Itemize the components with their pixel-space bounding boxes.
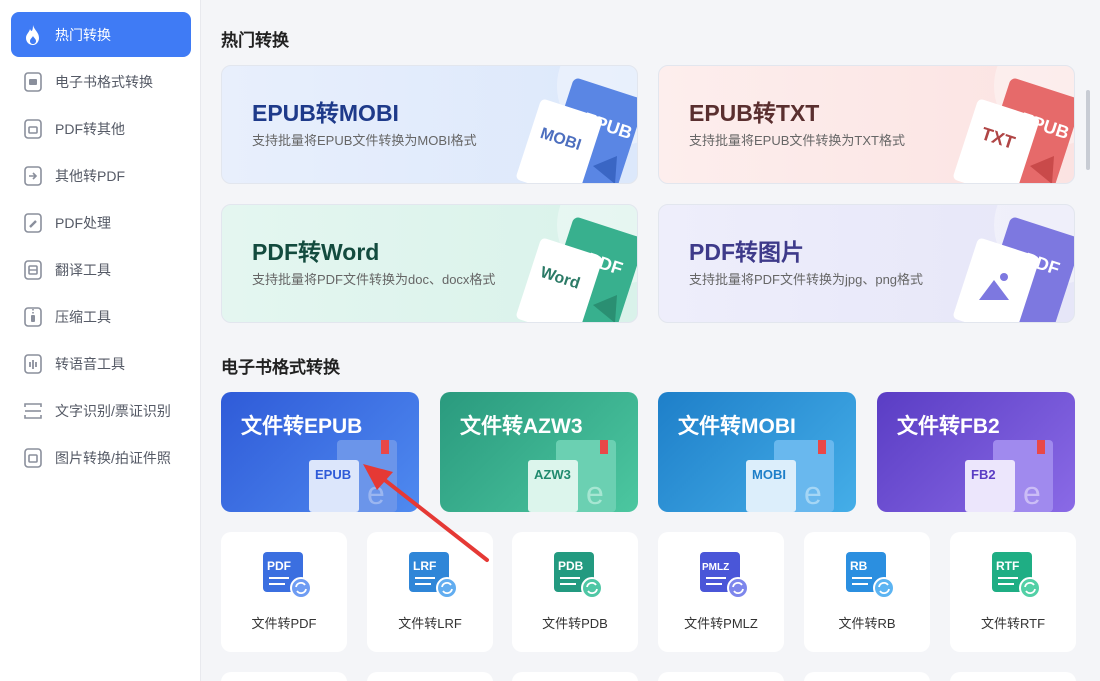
scrollbar-thumb[interactable] <box>1086 90 1090 170</box>
hot-card-epub-txt[interactable]: EPUB转TXT 支持批量将EPUB文件转换为TXT格式 EPUB TXT <box>658 65 1075 184</box>
sidebar: 热门转换 电子书格式转换 PDF转其他 其他转PDF PDF处理 翻译工具 压缩… <box>0 0 201 681</box>
category-card-azw3[interactable]: 文件转AZW3 AZW3 e <box>440 392 638 512</box>
audio-icon <box>23 353 43 375</box>
section-title-hot: 热门转换 <box>221 31 289 50</box>
sidebar-item-ebook[interactable]: 电子书格式转换 <box>11 59 191 104</box>
card-desc: 支持批量将PDF文件转换为doc、docx格式 <box>252 272 496 287</box>
tool-card-pdb[interactable]: PDB 文件转PDB <box>512 532 638 652</box>
card-desc: 支持批量将EPUB文件转换为MOBI格式 <box>252 133 477 148</box>
tool-card-partial[interactable] <box>512 672 638 681</box>
azw3-book-icon: AZW3 e <box>528 440 616 512</box>
svg-text:e: e <box>367 475 385 511</box>
tool-card-partial[interactable] <box>658 672 784 681</box>
sidebar-item-image[interactable]: 图片转换/拍证件照 <box>11 435 191 480</box>
txt-file-icon: EPUB TXT <box>953 66 1074 183</box>
sidebar-item-pdf-import[interactable]: 其他转PDF <box>11 153 191 198</box>
sidebar-item-label: 压缩工具 <box>55 308 111 325</box>
tool-card-lrf[interactable]: LRF 文件转LRF <box>367 532 493 652</box>
svg-text:PDF: PDF <box>267 559 291 573</box>
section-title-ebook: 电子书格式转换 <box>221 358 340 377</box>
card-title: EPUB转TXT <box>689 100 820 126</box>
tool-card-rtf[interactable]: RTF 文件转RTF <box>950 532 1076 652</box>
cat-tag: FB2 <box>971 467 996 482</box>
tool-card-partial[interactable] <box>221 672 347 681</box>
tool-label: 文件转PMLZ <box>684 616 758 631</box>
sidebar-item-compress[interactable]: 压缩工具 <box>11 294 191 339</box>
tool-card-rb[interactable]: RB 文件转RB <box>804 532 930 652</box>
svg-text:e: e <box>804 475 822 511</box>
cat-tag: MOBI <box>752 467 786 482</box>
flame-icon <box>23 24 43 46</box>
category-card-fb2[interactable]: 文件转FB2 FB2 e <box>877 392 1075 512</box>
word-file-icon: PDF Word <box>516 205 637 322</box>
mobi-book-icon: MOBI e <box>746 440 834 512</box>
main-content: 热门转换 EPUB转MOBI 支持批量将EPUB文件转换为MOBI格式 EPUB… <box>201 0 1100 681</box>
sidebar-item-label: PDF处理 <box>55 214 111 231</box>
sidebar-item-label: 热门转换 <box>55 26 111 43</box>
sidebar-item-label: 其他转PDF <box>55 167 125 184</box>
sidebar-item-label: 翻译工具 <box>55 261 111 278</box>
sidebar-item-hot[interactable]: 热门转换 <box>11 12 191 57</box>
cat-tag: EPUB <box>315 467 351 482</box>
card-title: EPUB转MOBI <box>252 100 399 126</box>
sidebar-item-label: 文字识别/票证识别 <box>55 402 171 419</box>
compress-icon <box>23 306 43 328</box>
svg-text:RB: RB <box>850 559 868 573</box>
svg-text:PDB: PDB <box>558 559 584 573</box>
card-desc: 支持批量将PDF文件转换为jpg、png格式 <box>689 272 924 287</box>
tool-label: 文件转PDF <box>251 616 317 631</box>
tool-label: 文件转PDB <box>542 616 608 631</box>
lrf-convert-icon: LRF <box>409 552 457 599</box>
sidebar-item-label: 图片转换/拍证件照 <box>55 449 171 466</box>
image-file-icon: PDF <box>953 205 1074 322</box>
pmlz-convert-icon: PMLZ <box>700 552 748 599</box>
tool-card-pmlz[interactable]: PMLZ 文件转PMLZ <box>658 532 784 652</box>
cat-tag: AZW3 <box>534 467 571 482</box>
svg-text:RTF: RTF <box>996 559 1019 573</box>
svg-text:LRF: LRF <box>413 559 436 573</box>
tool-card-partial[interactable] <box>367 672 493 681</box>
rb-convert-icon: RB <box>846 552 894 599</box>
sidebar-item-pdf-process[interactable]: PDF处理 <box>11 200 191 245</box>
ebook-icon <box>23 71 43 93</box>
category-card-mobi[interactable]: 文件转MOBI MOBI e <box>658 392 856 512</box>
ocr-icon <box>23 400 43 422</box>
card-desc: 支持批量将EPUB文件转换为TXT格式 <box>689 133 905 148</box>
sidebar-item-label: 电子书格式转换 <box>55 73 153 90</box>
image-icon <box>23 447 43 469</box>
epub-book-icon: EPUB e <box>309 440 397 512</box>
tool-label: 文件转RTF <box>980 616 1046 631</box>
pdf-import-icon <box>23 165 43 187</box>
mobi-file-icon: EPUB MOBI <box>516 66 637 183</box>
sidebar-item-audio[interactable]: 转语音工具 <box>11 341 191 386</box>
tool-card-partial[interactable] <box>950 672 1076 681</box>
sidebar-item-label: 转语音工具 <box>55 355 125 372</box>
hot-card-pdf-image[interactable]: PDF转图片 支持批量将PDF文件转换为jpg、png格式 PDF <box>658 204 1075 323</box>
hot-card-epub-mobi[interactable]: EPUB转MOBI 支持批量将EPUB文件转换为MOBI格式 EPUB MOBI <box>221 65 638 184</box>
card-title: PDF转图片 <box>689 239 804 265</box>
svg-text:e: e <box>586 475 604 511</box>
translate-icon <box>23 259 43 281</box>
pdf-convert-icon: PDF <box>263 552 311 599</box>
tool-label: 文件转RB <box>838 616 896 631</box>
tool-card-partial[interactable] <box>804 672 930 681</box>
hot-card-pdf-word[interactable]: PDF转Word 支持批量将PDF文件转换为doc、docx格式 PDF Wor… <box>221 204 638 323</box>
pdf-edit-icon <box>23 212 43 234</box>
tool-card-pdf[interactable]: PDF 文件转PDF <box>221 532 347 652</box>
rtf-convert-icon: RTF <box>992 552 1040 599</box>
svg-text:e: e <box>1023 475 1041 511</box>
pdf-export-icon <box>23 118 43 140</box>
pdb-convert-icon: PDB <box>554 552 602 599</box>
sidebar-item-translate[interactable]: 翻译工具 <box>11 247 191 292</box>
svg-text:PMLZ: PMLZ <box>702 562 729 573</box>
card-title: PDF转Word <box>252 239 380 265</box>
fb2-book-icon: FB2 e <box>965 440 1053 512</box>
sidebar-item-label: PDF转其他 <box>55 120 125 137</box>
category-card-epub[interactable]: 文件转EPUB EPUB e <box>221 392 419 512</box>
sidebar-item-pdf-export[interactable]: PDF转其他 <box>11 106 191 151</box>
tool-label: 文件转LRF <box>398 616 462 631</box>
sidebar-item-ocr[interactable]: 文字识别/票证识别 <box>11 388 191 433</box>
